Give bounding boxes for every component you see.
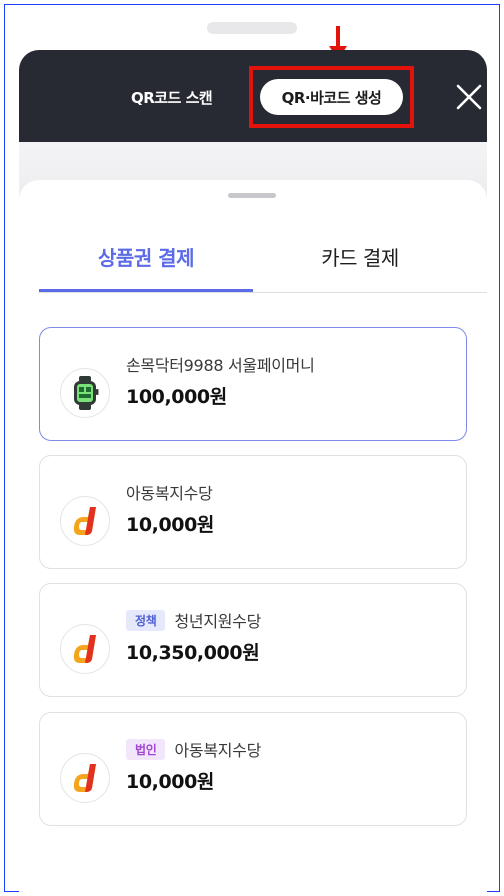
close-button[interactable] bbox=[449, 77, 489, 117]
qr-scan-button[interactable]: QR코드 스캔 bbox=[131, 87, 213, 108]
voucher-amount: 10,000원 bbox=[126, 771, 214, 793]
sheet-drag-handle[interactable] bbox=[228, 193, 276, 198]
voucher-amount: 10,000원 bbox=[126, 514, 214, 536]
voucher-name-text: 손목닥터9988 서울페이머니 bbox=[126, 356, 315, 375]
voucher-logo bbox=[60, 496, 110, 546]
corporate-badge: 법인 bbox=[126, 738, 166, 760]
voucher-logo bbox=[60, 753, 110, 803]
voucher-card[interactable]: 손목닥터9988 서울페이머니 100,000원 bbox=[39, 327, 467, 441]
voucher-amount: 10,350,000원 bbox=[126, 642, 260, 664]
smartwatch-icon bbox=[74, 376, 99, 410]
voucher-name: 손목닥터9988 서울페이머니 bbox=[126, 352, 315, 376]
tab-card-payment[interactable]: 카드 결제 bbox=[253, 241, 467, 291]
d-logo-icon bbox=[73, 635, 96, 663]
voucher-name-text: 아동복지수당 bbox=[174, 741, 262, 760]
policy-badge: 정책 bbox=[126, 609, 166, 631]
voucher-name-text: 아동복지수당 bbox=[126, 484, 213, 503]
voucher-logo bbox=[60, 368, 110, 418]
d-logo-icon bbox=[73, 764, 96, 792]
voucher-amount: 100,000원 bbox=[126, 386, 227, 408]
voucher-name: 법인 아동복지수당 bbox=[126, 737, 261, 761]
voucher-card[interactable]: 정책 청년지원수당 10,350,000원 bbox=[39, 583, 467, 697]
voucher-name-text: 청년지원수당 bbox=[174, 612, 262, 631]
voucher-name: 아동복지수당 bbox=[126, 480, 213, 504]
payment-sheet: 상품권 결제 카드 결제 손목닥터9988 서울페이머니 100,000원 아동… bbox=[19, 180, 487, 896]
voucher-logo bbox=[60, 624, 110, 674]
d-logo-icon bbox=[73, 507, 96, 535]
annotation-highlight-box bbox=[249, 66, 414, 128]
tab-divider bbox=[39, 292, 487, 293]
tab-voucher-payment[interactable]: 상품권 결제 bbox=[39, 241, 253, 291]
top-drag-handle[interactable] bbox=[207, 22, 297, 34]
voucher-name: 정책 청년지원수당 bbox=[126, 608, 261, 632]
close-icon bbox=[456, 84, 482, 110]
voucher-card[interactable]: 법인 아동복지수당 10,000원 bbox=[39, 712, 467, 826]
voucher-card[interactable]: 아동복지수당 10,000원 bbox=[39, 455, 467, 569]
